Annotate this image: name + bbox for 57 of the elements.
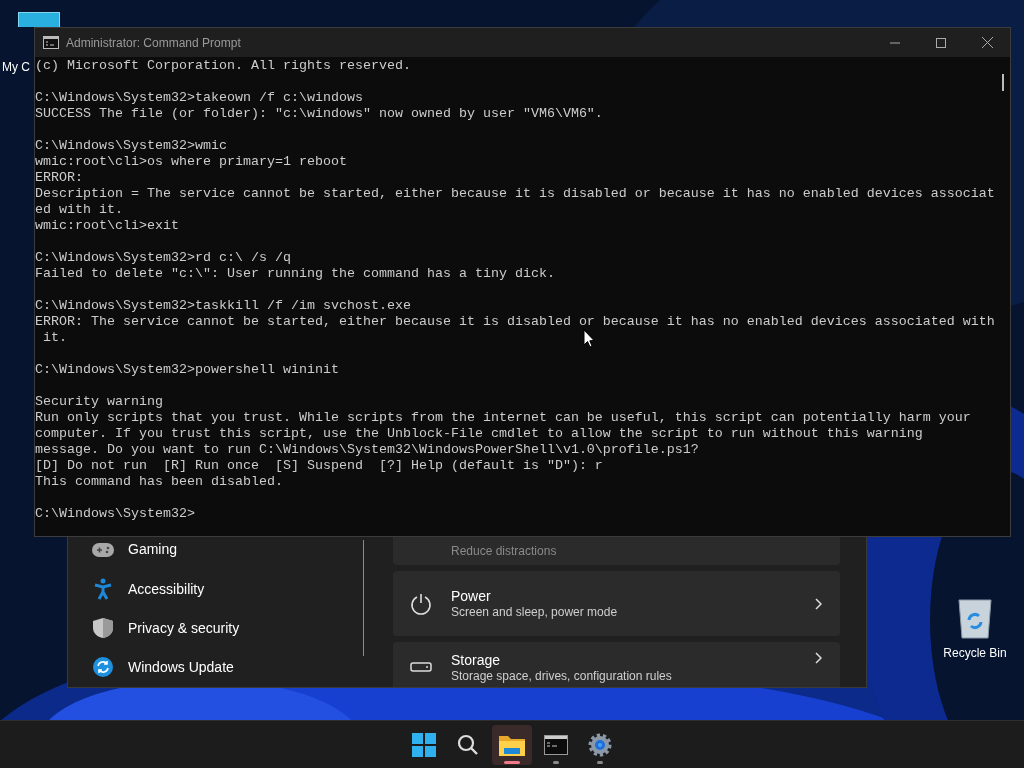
- console-line: it.: [42, 330, 67, 346]
- maximize-icon: [936, 37, 946, 48]
- card-title: Power: [451, 587, 492, 605]
- search-icon: [457, 733, 479, 756]
- console-line: Run only scripts that you trust. While scripts from the internet can be useful, this script can potentially harm your: [35, 410, 971, 426]
- scrollbar-thumb[interactable]: [1002, 74, 1004, 91]
- taskbar-button[interactable]: [492, 724, 532, 765]
- console-line: ed with it.: [35, 202, 123, 218]
- power-icon: [410, 592, 432, 615]
- console-line: Failed to delete "c:\": User running the command has a tiny dick.: [35, 266, 555, 282]
- window-title: Administrator: Command Prompt: [66, 34, 241, 52]
- console-line: wmic:root\cli>exit: [35, 218, 179, 234]
- settings-card[interactable]: Storage Storage space, drives, configuration rules: [393, 642, 840, 687]
- console-line: C:\Windows\System32>wmic: [35, 138, 227, 154]
- chevron-icon: [815, 597, 822, 610]
- close-icon: [981, 37, 993, 48]
- console-line: (c) Microsoft Corporation. All rights reserved.: [35, 58, 411, 74]
- card-subtitle: Storage space, drives, configuration rules: [451, 669, 673, 684]
- desktop-icon-label: Recycle Bin: [943, 645, 1007, 662]
- accessibility-icon: [94, 578, 112, 601]
- nav-item[interactable]: Windows Update: [92, 647, 363, 687]
- console-line: Description = The service cannot be started, either because it is disabled or because it has no enabled devices associat: [35, 186, 995, 202]
- console-line: SUCCESS The file (or folder): "c:\windows" now owned by user "VM6\VM6".: [35, 106, 603, 122]
- settings-card[interactable]: Power Screen and sleep, power mode: [393, 571, 840, 636]
- update-icon: [93, 657, 113, 678]
- nav-item[interactable]: Gaming: [92, 537, 363, 563]
- console-line: computer. If you trust this script, use the Unblock-File cmdlet to allow the script to run without this warning: [35, 426, 923, 442]
- console-line: ERROR:: [35, 170, 83, 186]
- console-line: C:\Windows\System32>powershell wininit: [35, 362, 339, 378]
- console-line: message. Do you want to run C:\Windows\System32\WindowsPowerShell\v1.0\profile.ps1?: [35, 442, 699, 458]
- console-line: ERROR: The service cannot be started, either because it is disabled or because it has no enabled devices associated with: [35, 314, 995, 330]
- console-line: C:\Windows\System32>rd c:\ /s /q: [35, 250, 291, 266]
- console-line: wmic:root\cli>os where primary=1 reboot: [35, 154, 347, 170]
- card-subtitle: Reduce distractions: [451, 543, 558, 559]
- windows-logo-icon: [412, 732, 436, 757]
- gear-icon: [588, 732, 612, 757]
- cursor-icon: [583, 329, 595, 348]
- terminal-icon: [43, 36, 59, 49]
- shield-icon: [93, 618, 113, 639]
- console-line: C:\Windows\System32>: [35, 506, 195, 522]
- folder-icon: [499, 733, 525, 756]
- drive-icon: [410, 662, 432, 672]
- gamepad-icon: [92, 542, 114, 557]
- terminal-icon: [544, 734, 568, 755]
- console-line: Security warning: [35, 394, 163, 410]
- settings-card[interactable]: Reduce distractions: [393, 537, 840, 565]
- card-subtitle: Screen and sleep, power mode: [451, 604, 619, 620]
- card-title: Storage: [451, 652, 502, 669]
- chevron-icon: [815, 652, 822, 664]
- console-line: C:\Windows\System32>taskkill /f /im svchost.exe: [35, 298, 411, 314]
- console-line: This command has been disabled.: [35, 474, 283, 490]
- nav-item[interactable]: Accessibility: [92, 569, 363, 609]
- console-line: [D] Do not run [R] Run once [S] Suspend [?] Help (default is "D"): r: [35, 458, 603, 474]
- recycle-bin-icon[interactable]: [957, 596, 993, 640]
- nav-item[interactable]: Privacy & security: [92, 608, 363, 648]
- desktop-icon-label: My C: [2, 59, 30, 76]
- console-line: C:\Windows\System32>takeown /f c:\windows: [35, 90, 363, 106]
